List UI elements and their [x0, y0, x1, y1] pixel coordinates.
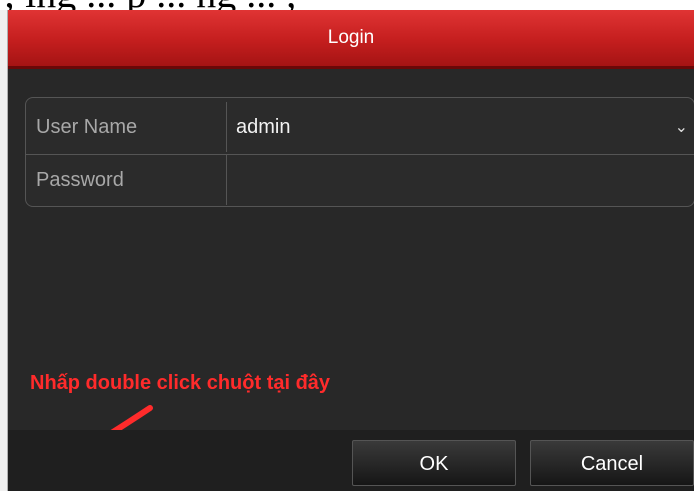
title-bar: Login	[8, 10, 694, 69]
username-select[interactable]: admin	[236, 102, 290, 152]
username-row: User Name admin ⌄	[26, 102, 694, 152]
ok-button[interactable]: OK	[352, 440, 516, 486]
password-label: Password	[36, 169, 124, 191]
cancel-button[interactable]: Cancel	[530, 440, 694, 486]
username-label: User Name	[36, 116, 138, 138]
cell-divider	[226, 155, 227, 205]
dialog-title: Login	[327, 27, 375, 48]
cell-divider	[226, 102, 227, 152]
dialog-footer: OK Cancel	[8, 430, 694, 491]
login-dialog: Login User Name admin ⌄ Password Nhấp do…	[8, 10, 694, 491]
login-form: User Name admin ⌄ Password	[25, 97, 694, 207]
password-row: Password	[26, 154, 694, 205]
chevron-down-icon[interactable]: ⌄	[675, 102, 688, 152]
instruction-annotation: Nhấp double click chuột tại đây	[30, 372, 331, 394]
